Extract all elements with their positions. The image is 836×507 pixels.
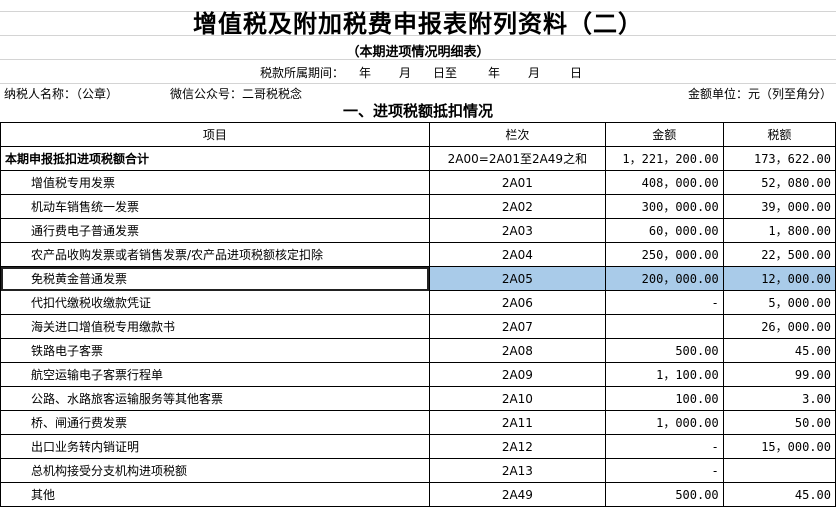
row-amount-cell[interactable]: - [604,434,724,459]
row-item-cell[interactable]: 总机构接受分支机构进项税额 [0,458,430,483]
row-code-cell[interactable]: 2A08 [428,338,606,363]
period-year-start: 年 [359,66,372,80]
header-item: 项目 [0,122,430,147]
row-code-cell[interactable]: 2A06 [428,290,606,315]
table-row[interactable]: 本期申报抵扣进项税额合计 2A00=2A01至2A49之和 1，221，200.00… [0,146,836,171]
row-item-cell[interactable]: 其他 [0,482,430,507]
table-row[interactable]: 海关进口增值税专用缴款书 2A07 26，000.00 [0,314,836,339]
table-row[interactable]: 机动车销售统一发票 2A02 300，000.00 39，000.00 [0,194,836,219]
row-amount-cell[interactable]: 500.00 [604,338,724,363]
wechat-account: 微信公众号：二哥税税念 [170,87,303,101]
table-row[interactable]: 桥、闸通行费发票 2A11 1，000.00 50.00 [0,410,836,435]
table-row[interactable]: 增值税专用发票 2A01 408，000.00 52，080.00 [0,170,836,195]
row-amount-cell[interactable]: 500.00 [604,482,724,507]
table-row[interactable]: 通行费电子普通发票 2A03 60，000.00 1，800.00 [0,218,836,243]
table-row[interactable]: 公路、水路旅客运输服务等其他客票 2A10 100.00 3.00 [0,386,836,411]
row-item-cell[interactable]: 免税黄金普通发票 [0,266,430,291]
amount-unit: 金额单位：元（列至角分） [687,87,832,101]
table-row[interactable]: 总机构接受分支机构进项税额 2A13- [0,458,836,483]
row-item-cell[interactable]: 海关进口增值税专用缴款书 [0,314,430,339]
row-tax-cell[interactable]: 52，080.00 [722,170,836,195]
row-amount-cell[interactable]: 1，000.00 [604,410,724,435]
header-amount: 金额 [604,122,724,147]
row-amount-cell[interactable]: 1，100.00 [604,362,724,387]
row-item-cell[interactable]: 航空运输电子客票行程单 [0,362,430,387]
row-amount-cell[interactable]: 408，000.00 [604,170,724,195]
row-tax-cell[interactable]: 26，000.00 [722,314,836,339]
row-code-cell[interactable]: 2A07 [428,314,606,339]
row-tax-cell[interactable]: 3.00 [722,386,836,411]
row-item-cell[interactable]: 代扣代缴税收缴款凭证 [0,290,430,315]
row-tax-cell[interactable] [722,458,836,483]
period-day-end: 日 [570,66,583,80]
report-title: 增值税及附加税费申报表附列资料（二） [193,9,643,38]
row-amount-cell[interactable]: 100.00 [604,386,724,411]
row-tax-cell[interactable]: 45.00 [722,338,836,363]
row-amount-cell[interactable] [604,314,724,339]
row-tax-cell[interactable]: 99.00 [722,362,836,387]
row-tax-cell[interactable]: 45.00 [722,482,836,507]
table-row[interactable]: 免税黄金普通发票 2A05 200，000.00 12，000.00 [0,266,836,291]
row-code-cell[interactable]: 2A03 [428,218,606,243]
row-code-cell[interactable]: 2A11 [428,410,606,435]
row-code-cell[interactable]: 2A04 [428,242,606,267]
section-title: 一、进项税额抵扣情况 [0,101,836,123]
row-code-cell[interactable]: 2A01 [428,170,606,195]
row-item-cell[interactable]: 本期申报抵扣进项税额合计 [0,146,430,171]
row-tax-cell[interactable]: 39，000.00 [722,194,836,219]
row-code-cell[interactable]: 2A13 [428,458,606,483]
header-tax: 税额 [722,122,836,147]
row-amount-cell[interactable]: 60，000.00 [604,218,724,243]
row-code-cell[interactable]: 2A00=2A01至2A49之和 [428,146,606,171]
taxpayer-name-label: 纳税人名称：（公章） [4,87,119,101]
row-tax-cell[interactable]: 50.00 [722,410,836,435]
row-item-cell[interactable]: 桥、闸通行费发票 [0,410,430,435]
period-day-to: 日至 [433,66,458,80]
period-year-end: 年 [488,66,501,80]
row-code-cell[interactable]: 2A12 [428,434,606,459]
row-tax-cell[interactable]: 12，000.00 [722,266,836,291]
row-tax-cell[interactable]: 5，000.00 [722,290,836,315]
row-tax-cell[interactable]: 173，622.00 [722,146,836,171]
table-row[interactable]: 其他 2A49 500.00 45.00 [0,482,836,507]
row-amount-cell[interactable]: 250，000.00 [604,242,724,267]
table-header-row: 项目 栏次 金额 税额 [0,122,836,147]
table-row[interactable]: 代扣代缴税收缴款凭证 2A06-5，000.00 [0,290,836,315]
row-amount-cell[interactable]: - [604,458,724,483]
table-row[interactable]: 出口业务转内销证明 2A12-15，000.00 [0,434,836,459]
table-row[interactable]: 铁路电子客票 2A08 500.00 45.00 [0,338,836,363]
row-amount-cell[interactable]: 200，000.00 [604,266,724,291]
period-month-end: 月 [528,66,541,80]
table-row[interactable]: 航空运输电子客票行程单 2A09 1，100.00 99.00 [0,362,836,387]
row-amount-cell[interactable]: 1，221，200.00 [604,146,724,171]
row-item-cell[interactable]: 铁路电子客票 [0,338,430,363]
row-code-cell[interactable]: 2A05 [428,266,606,291]
row-amount-cell[interactable]: 300，000.00 [604,194,724,219]
row-item-cell[interactable]: 通行费电子普通发票 [0,218,430,243]
row-tax-cell[interactable]: 15，000.00 [722,434,836,459]
row-code-cell[interactable]: 2A02 [428,194,606,219]
row-code-cell[interactable]: 2A09 [428,362,606,387]
row-code-cell[interactable]: 2A10 [428,386,606,411]
row-item-cell[interactable]: 机动车销售统一发票 [0,194,430,219]
table-row[interactable]: 农产品收购发票或者销售发票/农产品进项税额核定扣除 2A04 250，000.00 2… [0,242,836,267]
period-month-start: 月 [399,66,412,80]
row-item-cell[interactable]: 公路、水路旅客运输服务等其他客票 [0,386,430,411]
row-item-cell[interactable]: 出口业务转内销证明 [0,434,430,459]
period-label: 税款所属期间： [260,66,345,80]
report-subtitle: （本期进项情况明细表） [346,45,490,60]
row-tax-cell[interactable]: 1，800.00 [722,218,836,243]
input-tax-table: 项目 栏次 金额 税额 本期申报抵扣进项税额合计 2A00=2A01至2A49之和… [0,122,836,507]
row-amount-cell[interactable]: - [604,290,724,315]
row-tax-cell[interactable]: 22，500.00 [722,242,836,267]
row-code-cell[interactable]: 2A49 [428,482,606,507]
row-item-cell[interactable]: 增值税专用发票 [0,170,430,195]
row-item-cell[interactable]: 农产品收购发票或者销售发票/农产品进项税额核定扣除 [0,242,430,267]
header-code: 栏次 [428,122,606,147]
